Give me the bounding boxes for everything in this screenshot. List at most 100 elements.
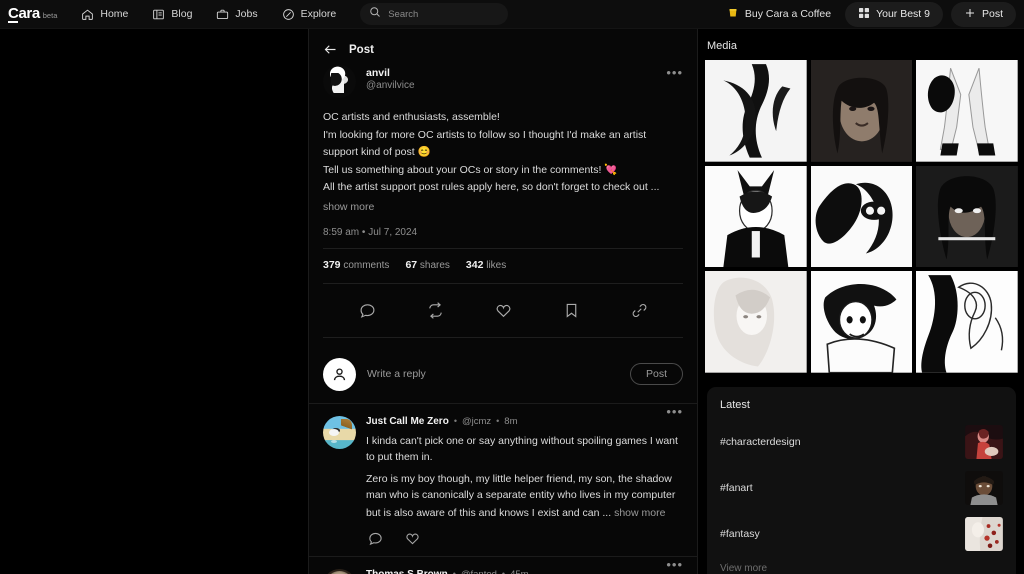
search-icon <box>369 5 381 23</box>
comment-text: I kinda can't pick one or say anything w… <box>366 434 678 463</box>
like-icon[interactable] <box>405 531 420 546</box>
comment-author-name[interactable]: Just Call Me Zero <box>366 416 449 427</box>
latest-item[interactable]: #characterdesign <box>720 425 1003 460</box>
header-actions: Buy Cara a Coffee Your Best 9 Post <box>721 1 1016 27</box>
media-thumbnail[interactable] <box>916 60 1018 162</box>
comments-label: comments <box>343 259 390 271</box>
page-title: Post <box>349 43 374 56</box>
media-thumbnail[interactable] <box>916 165 1018 268</box>
nav-label-jobs: Jobs <box>235 8 258 20</box>
shares-label: shares <box>419 259 450 271</box>
search-box[interactable] <box>360 3 509 25</box>
comment-options-icon[interactable]: ••• <box>666 405 683 418</box>
link-icon[interactable] <box>631 302 648 319</box>
media-thumbnail[interactable] <box>916 271 1018 373</box>
avatar[interactable] <box>323 568 356 574</box>
post-line: OC artists and enthusiasts, assemble! <box>323 111 500 123</box>
comments-stat[interactable]: 379 comments <box>323 259 389 271</box>
comment-text: Zero is my boy though, my little helper … <box>366 471 683 521</box>
bookmark-icon[interactable] <box>563 302 580 319</box>
post-detail: anvil @anvilvice ••• OC artists and enth… <box>309 65 697 403</box>
post-timestamp: 8:59 am • Jul 7, 2024 <box>323 226 418 238</box>
home-icon <box>81 8 94 21</box>
nav-item-blog[interactable]: Blog <box>148 5 196 24</box>
media-thumbnail[interactable] <box>810 60 913 162</box>
comment-header: Just Call Me Zero • @jcmz • 8m <box>366 416 683 427</box>
latest-tag-label: #characterdesign <box>720 436 801 449</box>
create-post-button[interactable]: Post <box>950 1 1016 27</box>
nav-item-explore[interactable]: Explore <box>278 5 341 24</box>
like-icon[interactable] <box>495 302 512 319</box>
your-best-9-button[interactable]: Your Best 9 <box>845 1 943 27</box>
comment-author-handle[interactable]: @jcmz <box>462 416 491 427</box>
latest-tag-label: #fantasy <box>720 528 760 541</box>
logo-letter-c: C <box>8 4 19 23</box>
comment-icon[interactable] <box>359 302 376 319</box>
author-handle[interactable]: @anvilvice <box>366 80 415 91</box>
post-options-icon[interactable]: ••• <box>666 66 683 79</box>
comment-item: Just Call Me Zero • @jcmz • 8m I kinda c… <box>309 402 697 556</box>
comment-timestamp: 45m <box>510 568 529 574</box>
current-user-avatar[interactable] <box>323 357 356 391</box>
page-body: Post anvil @anvilvice ••• OC artists and… <box>0 29 1024 574</box>
nav-item-home[interactable]: Home <box>77 5 132 24</box>
comment-show-more-link[interactable]: show more <box>614 505 665 521</box>
comment-header: Thomas S Brown • @fantod • 45m <box>366 569 683 574</box>
buy-coffee-button[interactable]: Buy Cara a Coffee <box>721 2 837 26</box>
back-arrow-icon[interactable] <box>323 42 338 57</box>
blog-icon <box>152 8 165 21</box>
post-text: OC artists and enthusiasts, assemble! I'… <box>323 109 683 215</box>
shares-count: 67 <box>405 258 418 271</box>
post-line: Tell us something about your OCs or stor… <box>323 163 618 176</box>
comment-action-bar <box>366 521 683 546</box>
coffee-cup-icon <box>727 6 739 22</box>
avatar[interactable] <box>323 415 356 449</box>
media-thumbnail[interactable] <box>810 165 913 268</box>
avatar[interactable] <box>323 65 356 98</box>
latest-tag-label: #fanart <box>720 482 753 495</box>
nav-label-explore: Explore <box>300 8 337 20</box>
separator-dot: • <box>501 569 506 574</box>
reply-input[interactable] <box>367 368 619 380</box>
latest-item[interactable]: #fantasy <box>720 517 1003 552</box>
nav-label-blog: Blog <box>171 8 193 20</box>
divider <box>323 282 683 284</box>
show-more-link[interactable]: show more <box>323 201 374 213</box>
repost-icon[interactable] <box>427 301 444 319</box>
comment-body: Just Call Me Zero • @jcmz • 8m I kinda c… <box>366 416 683 546</box>
latest-item[interactable]: #fanart <box>720 471 1003 506</box>
logo-beta-badge: beta <box>42 10 58 20</box>
reply-composer: Post <box>323 348 683 403</box>
media-thumbnail[interactable] <box>705 60 807 162</box>
post-line: I'm looking for more OC artists to follo… <box>323 128 647 159</box>
app-header: Cara beta Home Blog Jobs Explore Search … <box>0 0 1024 29</box>
divider <box>323 247 683 249</box>
shares-stat[interactable]: 67 shares <box>405 259 449 271</box>
post-line: All the artist support post rules apply … <box>323 181 660 193</box>
comment-timestamp: 8m <box>504 415 518 427</box>
buy-coffee-label: Buy Cara a Coffee <box>744 8 832 20</box>
media-thumbnail[interactable] <box>705 165 807 268</box>
comment-item: Thomas S Brown • @fantod • 45m I mostly … <box>309 555 697 574</box>
comment-author-handle[interactable]: @fantod <box>461 569 497 574</box>
likes-stat[interactable]: 342 likes <box>466 259 506 271</box>
nav-item-jobs[interactable]: Jobs <box>212 5 261 24</box>
author-name[interactable]: anvil <box>366 67 415 79</box>
latest-view-more-link[interactable]: View more <box>720 563 1003 574</box>
post-reply-button[interactable]: Post <box>629 363 683 385</box>
divider <box>323 336 683 338</box>
likes-label: likes <box>486 259 507 271</box>
separator-dot: • <box>453 416 457 426</box>
comment-options-icon[interactable]: ••• <box>666 558 683 571</box>
post-author-row: anvil @anvilvice ••• <box>323 65 683 98</box>
comment-author-name[interactable]: Thomas S Brown <box>366 569 448 574</box>
compass-icon <box>282 8 295 21</box>
latest-title: Latest <box>720 399 750 412</box>
comment-icon[interactable] <box>368 531 383 546</box>
media-thumbnail[interactable] <box>810 271 913 374</box>
search-input[interactable] <box>388 8 500 20</box>
media-grid <box>705 60 1018 374</box>
media-thumbnail[interactable] <box>705 271 807 373</box>
latest-thumbnail <box>965 471 1003 506</box>
cara-logo[interactable]: Cara beta <box>8 6 57 23</box>
